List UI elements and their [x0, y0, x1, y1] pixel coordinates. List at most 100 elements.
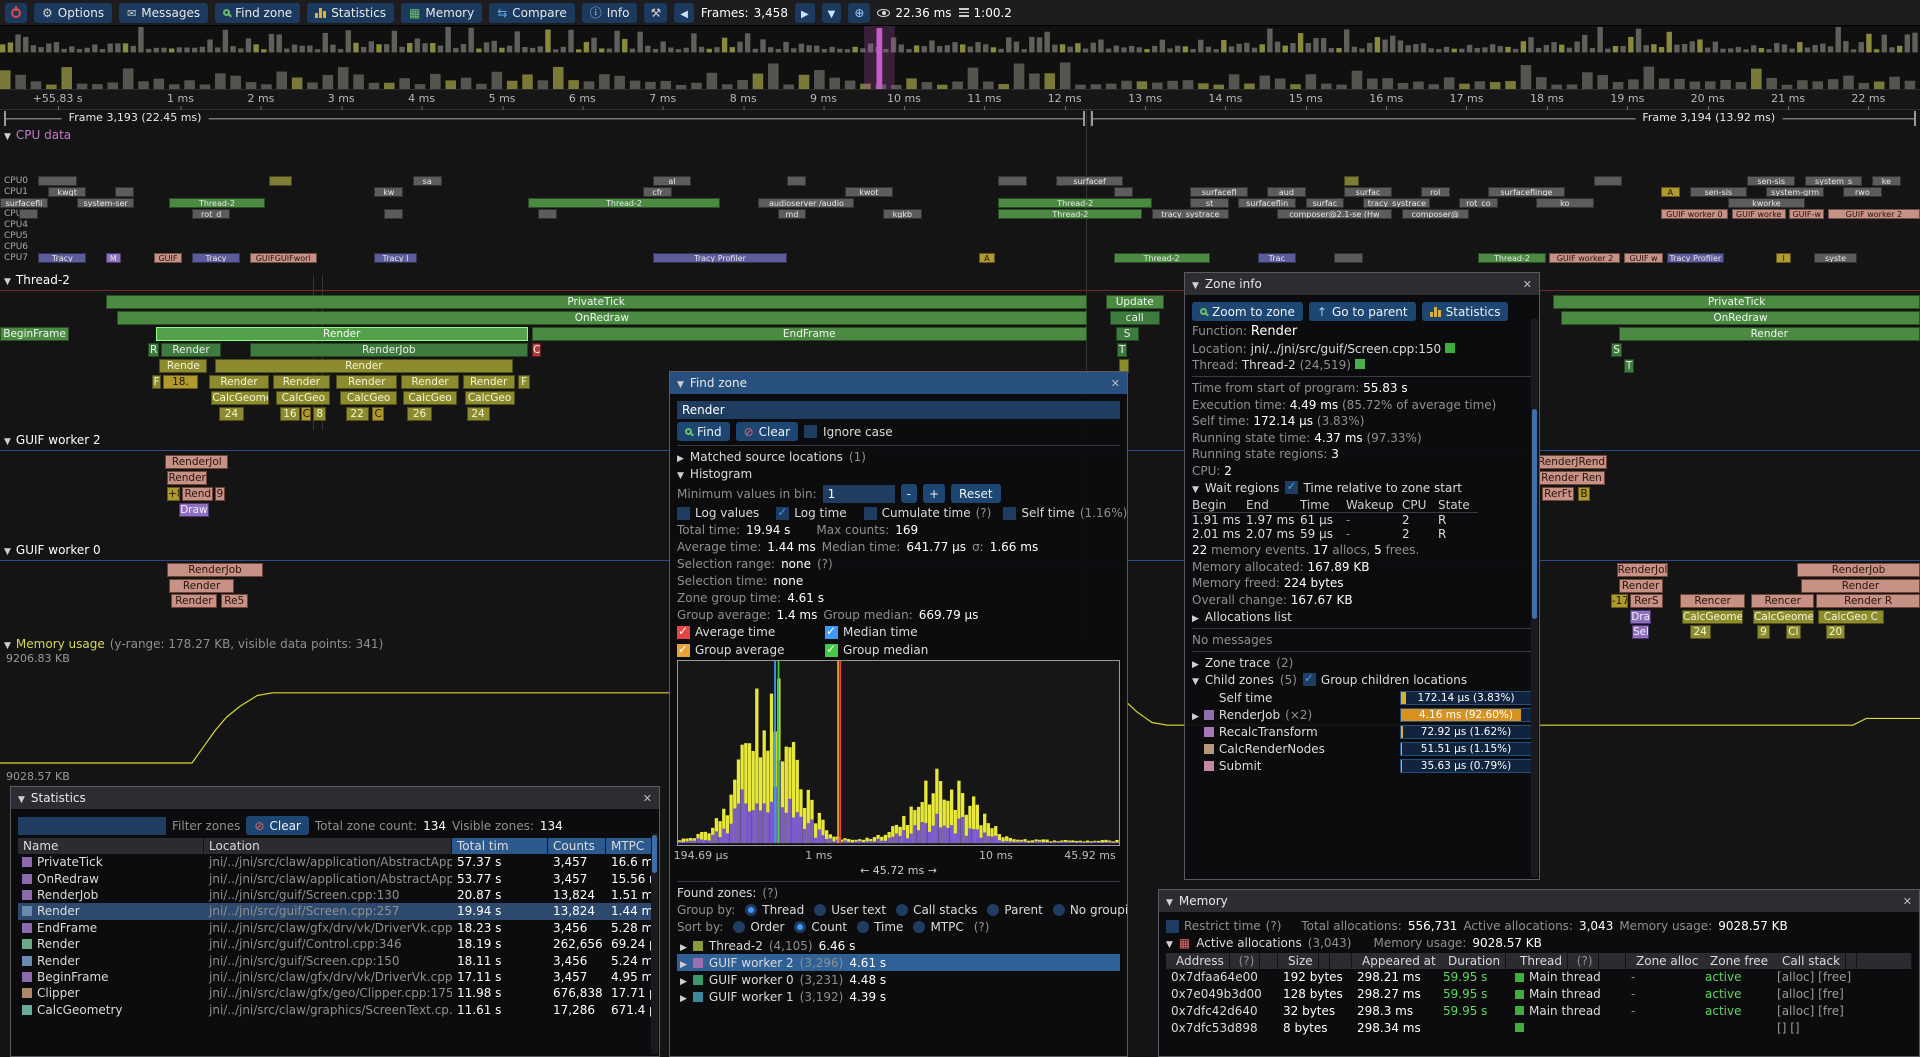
time-ruler[interactable]: +55.83 s1 ms2 ms3 ms4 ms5 ms6 ms7 ms8 ms… — [0, 90, 1920, 110]
timeline-zone[interactable]: OnRedraw — [1561, 311, 1920, 325]
close-icon[interactable] — [1111, 376, 1120, 390]
timeline-zone[interactable]: CalcGeomet — [1753, 610, 1814, 624]
collapse-icon[interactable] — [4, 128, 11, 142]
timeline-zone[interactable]: RenderJRend — [1536, 455, 1607, 469]
alloc-callstack-chip[interactable]: alloc — [1777, 987, 1814, 1001]
cpu-zone-segment[interactable]: md — [778, 209, 807, 219]
timeline-zone[interactable]: Render R — [1816, 594, 1920, 608]
zone-group-row[interactable]: GUIF worker 2 (3,296) 4.61 s — [677, 954, 1120, 971]
scrollbar[interactable] — [651, 833, 658, 1054]
cpu-zone-segment[interactable] — [1344, 176, 1359, 186]
timeline-zone[interactable]: RenderJob — [167, 563, 263, 577]
wait-region-row[interactable]: 1.91 ms1.97 ms61 µs-2R — [1192, 513, 1532, 527]
cpu-zone-segment[interactable]: sa — [413, 176, 442, 186]
find-zone-titlebar[interactable]: Find zone — [670, 372, 1127, 394]
cpu-zone-segment[interactable] — [998, 176, 1027, 186]
column-header[interactable]: Call stack — [1772, 953, 1912, 969]
timeline-zone[interactable]: 20 — [1826, 625, 1845, 639]
timeline-zone[interactable]: 22 — [346, 407, 369, 421]
cpu-zone-segment[interactable]: sen-sis — [1690, 187, 1748, 197]
expand-icon[interactable] — [680, 973, 687, 987]
cpu-zone-segment[interactable]: surfacefli — [0, 198, 48, 208]
close-icon[interactable] — [643, 791, 652, 805]
table-row[interactable]: Render jni/../jni/src/guif/Screen.cpp:25… — [18, 903, 652, 919]
legend-checkbox[interactable]: Median time — [825, 625, 955, 639]
child-zones-toggle[interactable]: Child zones(5) Group children locations — [1192, 673, 1532, 687]
cpu-zone-segment[interactable]: system-grm — [1766, 187, 1824, 197]
table-row[interactable]: Render jni/../jni/src/guif/Control.cpp:3… — [18, 936, 652, 952]
restrict-time-checkbox[interactable]: Restrict time(?) — [1166, 919, 1281, 933]
thread-color-swatch[interactable] — [1355, 359, 1365, 369]
tools-button[interactable] — [644, 3, 667, 23]
legend-checkbox[interactable]: Group average — [677, 643, 807, 657]
timeline-zone[interactable]: T — [1624, 359, 1634, 373]
table-row[interactable]: RenderJob jni/../jni/src/guif/Screen.cpp… — [18, 887, 652, 903]
child-zone-row[interactable]: Self time 172.14 µs (3.83%) — [1192, 690, 1532, 707]
allocation-row[interactable]: 0x7dfc42d640 32 bytes 298.3 ms 59.95 s M… — [1166, 1003, 1912, 1020]
column-header[interactable]: Zone free — [1700, 953, 1772, 969]
timeline-zone[interactable]: PrivateTick — [1553, 295, 1920, 309]
timeline-zone[interactable]: Dra — [1630, 610, 1651, 624]
timeline-zone[interactable]: CalcGeo — [340, 391, 398, 405]
group-by-radio[interactable]: Parent — [987, 903, 1042, 917]
clear-button[interactable]: ⊘Clear — [736, 422, 798, 441]
bin-plus-button[interactable]: + — [923, 484, 945, 503]
cpu-zone-segment[interactable]: GUIF — [154, 253, 183, 263]
zoom-to-zone-button[interactable]: Zoom to zone — [1192, 302, 1303, 321]
cpu-zone-segment[interactable]: Tracy I — [374, 253, 416, 263]
table-row[interactable]: BeginFrame jni/../jni/src/claw/gfx/drv/v… — [18, 969, 652, 985]
timeline-zone[interactable]: Render Ren — [1538, 471, 1605, 485]
timeline-zone[interactable]: F — [152, 375, 162, 389]
cpu-zone-segment[interactable]: kwgt — [48, 187, 86, 197]
power-button[interactable] — [5, 3, 27, 23]
cpu-zone-segment[interactable]: sen-sis — [1747, 176, 1795, 186]
timeline-zone[interactable]: RerFt — [1542, 487, 1575, 501]
cpu-zone-segment[interactable]: surfaceflinge — [1488, 187, 1565, 197]
messages-button[interactable]: Messages — [119, 3, 208, 23]
cpu-zone-segment[interactable]: A — [979, 253, 994, 263]
frame-span[interactable]: Frame 3,193 (22.45 ms) — [4, 111, 1085, 126]
cpu-zone-segment[interactable]: GUIF worker 0 — [1661, 209, 1728, 219]
zone-group-row[interactable]: GUIF worker 1 (3,192) 4.39 s — [677, 988, 1120, 1005]
collapse-icon[interactable] — [1166, 894, 1173, 908]
alloc-callstack-chip[interactable] — [1777, 1021, 1786, 1035]
timeline-zone[interactable]: Render — [171, 594, 217, 608]
memory-usage-header[interactable]: Memory usage (y-range: 178.27 KB, visibl… — [4, 637, 383, 651]
timeline-zone[interactable]: 24 — [467, 407, 490, 421]
timeline-zone[interactable]: 18. — [163, 375, 198, 389]
timeline-zone[interactable]: CalcGeo — [276, 391, 330, 405]
zone-trace-toggle[interactable]: Zone trace(2) — [1192, 656, 1532, 670]
timeline-zone[interactable]: Render — [463, 375, 515, 389]
timeline-zone[interactable]: Rencer — [1751, 594, 1814, 608]
prev-frame-button[interactable] — [674, 3, 694, 23]
cpu-zone-segment[interactable]: Tracy — [192, 253, 240, 263]
collapse-icon[interactable] — [4, 273, 11, 287]
column-header[interactable]: Size — [1278, 953, 1352, 969]
timeline-zone[interactable]: Render — [1619, 579, 1663, 593]
histogram-option-checkbox[interactable]: Cumulate time(?) — [864, 506, 992, 520]
expand-icon[interactable] — [680, 990, 687, 1004]
timeline-zone[interactable]: Re5 — [221, 594, 248, 608]
cpu-zone-segment[interactable]: rot_co — [1459, 198, 1497, 208]
timeline-zone[interactable]: Render — [156, 327, 528, 341]
cpu-zone-segment[interactable]: Thread-2 — [1114, 253, 1210, 263]
statistics-titlebar[interactable]: Statistics — [11, 787, 659, 809]
timeline-zone[interactable]: R — [148, 343, 160, 357]
cpu-zone-segment[interactable]: Thread-2 — [1478, 253, 1545, 263]
active-allocations-toggle[interactable]: ▦ Active allocations(3,043) Memory usage… — [1166, 936, 1912, 950]
table-row[interactable]: PrivateTick jni/../jni/src/claw/applicat… — [18, 854, 652, 870]
source-color-swatch[interactable] — [1445, 343, 1455, 353]
allocation-row[interactable]: 0x7dfc53d898 8 bytes 298.34 ms — [1166, 1019, 1912, 1036]
free-callstack-chip[interactable]: fre — [1818, 987, 1844, 1001]
cpu-zone-segment[interactable]: Tracy Profiler — [1667, 253, 1725, 263]
timeline-zone[interactable]: Render — [167, 471, 207, 485]
cpu-zone-segment[interactable]: kwot — [845, 187, 893, 197]
cpu-zone-segment[interactable]: rwo — [1843, 187, 1881, 197]
histogram-option-checkbox[interactable]: Self time(1.16%) — [1003, 506, 1127, 520]
cpu-zone-segment[interactable]: Thread-2 — [998, 209, 1142, 219]
cpu-zone-segment[interactable]: ke — [1872, 176, 1901, 186]
timeline-zone[interactable]: 9 — [1757, 625, 1770, 639]
cpu-zone-segment[interactable] — [19, 209, 38, 219]
alloc-callstack-chip[interactable]: alloc — [1777, 970, 1814, 984]
filter-zones-input[interactable] — [18, 817, 166, 835]
